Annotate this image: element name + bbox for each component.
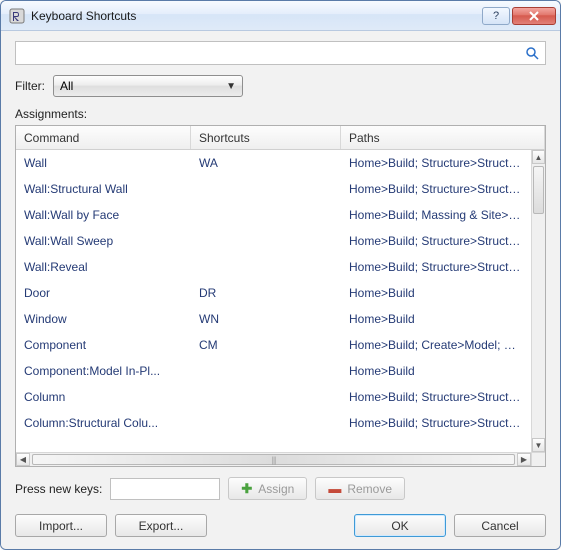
vscroll-thumb[interactable] — [533, 166, 544, 214]
remove-button[interactable]: ▬ Remove — [315, 477, 405, 500]
table-row[interactable]: WallWAHome>Build; Structure>Structure — [16, 150, 531, 176]
table-row[interactable]: Wall:Reveal Home>Build; Structure>Structu… — [16, 254, 531, 280]
client-area: Filter: All ▼ Assignments: Command Short… — [1, 31, 560, 549]
cell-command: Wall — [16, 152, 191, 174]
remove-button-label: Remove — [347, 482, 392, 496]
assignments-grid: Command Shortcuts Paths WallWAHome>Build… — [15, 125, 546, 467]
scroll-down-arrow[interactable]: ▼ — [532, 438, 545, 452]
cell-shortcut — [191, 185, 341, 193]
cell-path: Home>Build; Structure>Structure — [341, 230, 531, 252]
cell-path: Home>Build — [341, 360, 531, 382]
cell-path: Home>Build; Massing & Site>Co... — [341, 204, 531, 226]
window-title: Keyboard Shortcuts — [31, 9, 482, 23]
table-row[interactable]: Wall:Structural Wall Home>Build; Structur… — [16, 176, 531, 202]
cell-shortcut — [191, 237, 341, 245]
column-header-command[interactable]: Command — [16, 126, 191, 149]
filter-dropdown[interactable]: All ▼ — [53, 75, 243, 97]
cell-command: Column — [16, 386, 191, 408]
cell-path: Home>Build — [341, 308, 531, 330]
cell-shortcut: DR — [191, 282, 341, 304]
dialog-window: Keyboard Shortcuts ? Filter: All ▼ Assig… — [0, 0, 561, 550]
chevron-down-icon: ▼ — [226, 81, 236, 92]
cell-command: Window — [16, 308, 191, 330]
cell-command: Column:Structural Colu... — [16, 412, 191, 434]
cell-shortcut — [191, 419, 341, 427]
grid-header: Command Shortcuts Paths — [16, 126, 545, 150]
cell-shortcut — [191, 393, 341, 401]
cell-command: Wall:Structural Wall — [16, 178, 191, 200]
cell-path: Home>Build; Structure>Structure — [341, 178, 531, 200]
table-row[interactable]: WindowWNHome>Build — [16, 306, 531, 332]
search-row — [15, 41, 546, 65]
plus-icon: ✚ — [241, 482, 252, 495]
horizontal-scrollbar[interactable]: ◀ ||| ▶ — [16, 452, 531, 466]
cell-path: Home>Build; Structure>Structure — [341, 412, 531, 434]
cell-command: Component:Model In-Pl... — [16, 360, 191, 382]
assign-button-label: Assign — [258, 482, 294, 496]
scroll-corner — [531, 452, 545, 466]
table-row[interactable]: ComponentCMHome>Build; Create>Model; Con… — [16, 332, 531, 358]
cell-path: Home>Build; Structure>Structure — [341, 256, 531, 278]
grid-body: WallWAHome>Build; Structure>StructureWal… — [16, 150, 545, 466]
table-row[interactable]: DoorDRHome>Build — [16, 280, 531, 306]
cell-path: Home>Build — [341, 282, 531, 304]
table-row[interactable]: Column Home>Build; Structure>Structure — [16, 384, 531, 410]
cell-shortcut: CM — [191, 334, 341, 356]
assignments-label: Assignments: — [15, 107, 546, 121]
hscroll-track[interactable]: ||| — [30, 453, 517, 466]
cell-shortcut: WA — [191, 152, 341, 174]
press-keys-input[interactable] — [110, 478, 220, 500]
cell-command: Wall:Wall by Face — [16, 204, 191, 226]
cell-command: Door — [16, 282, 191, 304]
table-row[interactable]: Component:Model In-Pl... Home>Build — [16, 358, 531, 384]
cell-path: Home>Build; Structure>Structure — [341, 152, 531, 174]
cell-shortcut: WN — [191, 308, 341, 330]
filter-label: Filter: — [15, 79, 45, 93]
filter-selected-value: All — [60, 79, 73, 93]
help-button[interactable]: ? — [482, 7, 510, 25]
import-button[interactable]: Import... — [15, 514, 107, 537]
export-button[interactable]: Export... — [115, 514, 207, 537]
vertical-scrollbar[interactable]: ▲ ▼ — [531, 150, 545, 452]
search-input[interactable] — [15, 41, 546, 65]
filter-row: Filter: All ▼ — [15, 75, 546, 97]
ok-button[interactable]: OK — [354, 514, 446, 537]
cell-shortcut — [191, 367, 341, 375]
cancel-button[interactable]: Cancel — [454, 514, 546, 537]
column-header-paths[interactable]: Paths — [341, 126, 545, 149]
cell-command: Component — [16, 334, 191, 356]
cell-shortcut — [191, 263, 341, 271]
close-button[interactable] — [512, 7, 556, 25]
assign-button[interactable]: ✚ Assign — [228, 477, 307, 500]
scroll-up-arrow[interactable]: ▲ — [532, 150, 545, 164]
cell-command: Wall:Reveal — [16, 256, 191, 278]
cell-shortcut — [191, 211, 341, 219]
cell-command: Wall:Wall Sweep — [16, 230, 191, 252]
export-button-label: Export... — [139, 519, 184, 533]
cell-path: Home>Build; Create>Model; Con... — [341, 334, 531, 356]
press-keys-label: Press new keys: — [15, 482, 102, 496]
scroll-left-arrow[interactable]: ◀ — [16, 453, 30, 466]
scroll-right-arrow[interactable]: ▶ — [517, 453, 531, 466]
dialog-buttons: Import... Export... OK Cancel — [15, 514, 546, 537]
hscroll-thumb[interactable]: ||| — [32, 454, 515, 465]
ok-button-label: OK — [391, 519, 408, 533]
table-row[interactable]: Wall:Wall by Face Home>Build; Massing & S… — [16, 202, 531, 228]
search-icon[interactable] — [524, 45, 540, 61]
press-keys-row: Press new keys: ✚ Assign ▬ Remove — [15, 477, 546, 500]
table-row[interactable]: Wall:Wall Sweep Home>Build; Structure>Str… — [16, 228, 531, 254]
table-row[interactable]: Column:Structural Colu... Home>Build; Str… — [16, 410, 531, 436]
import-button-label: Import... — [39, 519, 83, 533]
minus-icon: ▬ — [328, 482, 341, 495]
cancel-button-label: Cancel — [481, 519, 518, 533]
vscroll-track[interactable] — [532, 164, 545, 438]
column-header-shortcuts[interactable]: Shortcuts — [191, 126, 341, 149]
titlebar: Keyboard Shortcuts ? — [1, 1, 560, 31]
app-icon — [9, 8, 25, 24]
cell-path: Home>Build; Structure>Structure — [341, 386, 531, 408]
